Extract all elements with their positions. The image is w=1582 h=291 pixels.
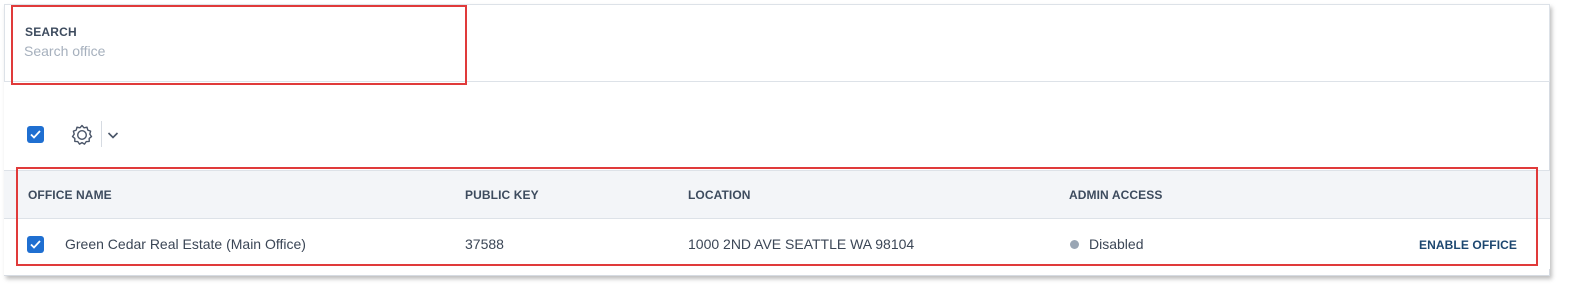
admin-access-status: Disabled <box>1089 236 1144 252</box>
location-cell: 1000 2ND AVE SEATTLE WA 98104 <box>688 236 915 252</box>
table-row[interactable]: Green Cedar Real Estate (Main Office) 37… <box>4 219 1550 269</box>
status-dot-icon <box>1070 240 1079 249</box>
column-header-office-name[interactable]: OFFICE NAME <box>28 188 112 202</box>
chevron-down-icon[interactable] <box>106 128 120 142</box>
column-header-admin-access[interactable]: ADMIN ACCESS <box>1069 188 1162 202</box>
table-header: OFFICE NAME PUBLIC KEY LOCATION ADMIN AC… <box>4 170 1550 219</box>
gear-icon[interactable] <box>70 123 94 147</box>
checkmark-icon <box>30 240 41 249</box>
row-checkbox[interactable] <box>27 236 44 253</box>
checkmark-icon <box>30 130 41 139</box>
search-label: SEARCH <box>25 25 77 39</box>
select-all-checkbox[interactable] <box>27 126 44 143</box>
search-input[interactable] <box>24 41 444 61</box>
column-header-public-key[interactable]: PUBLIC KEY <box>465 188 539 202</box>
office-table: OFFICE NAME PUBLIC KEY LOCATION ADMIN AC… <box>4 170 1550 270</box>
office-name-cell: Green Cedar Real Estate (Main Office) <box>65 236 306 252</box>
public-key-cell: 37588 <box>465 236 504 252</box>
toolbar-divider <box>101 121 102 147</box>
search-panel: SEARCH <box>4 4 1550 82</box>
column-header-location[interactable]: LOCATION <box>688 188 751 202</box>
enable-office-button[interactable]: ENABLE OFFICE <box>1419 238 1517 252</box>
